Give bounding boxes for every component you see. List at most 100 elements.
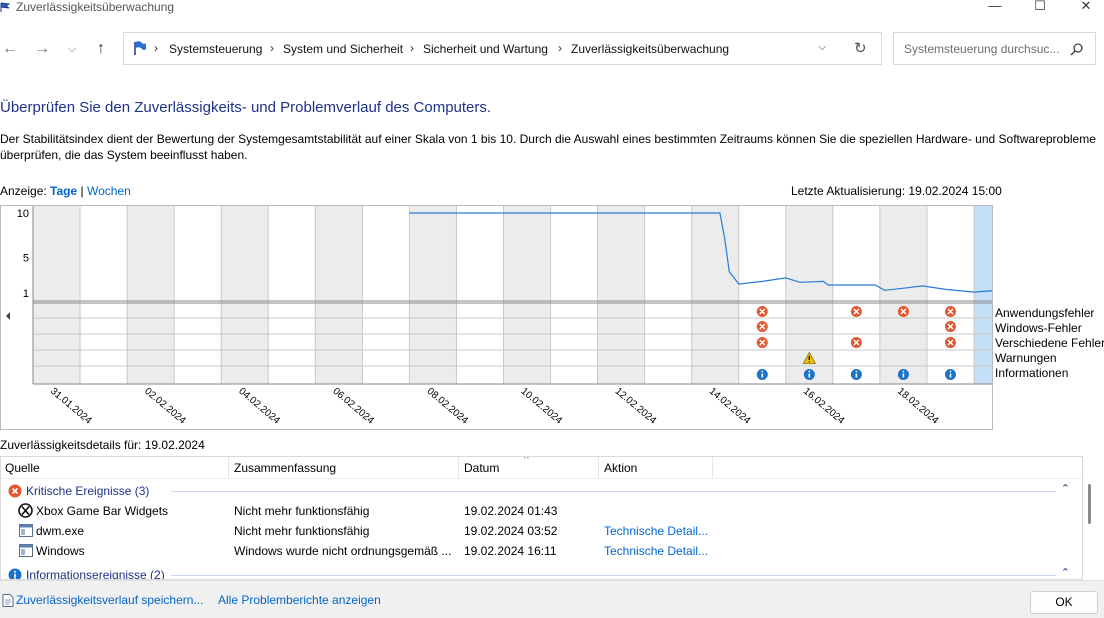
page-description: Der Stabilitätsindex dient der Bewertung… bbox=[0, 132, 1096, 162]
navigation-bar: ← → ⌵ ↑ › Systemsteuerung › System und S… bbox=[0, 30, 1104, 68]
row-label-windows-errors: Windows-Fehler bbox=[995, 321, 1082, 335]
error-event-icon[interactable] bbox=[756, 321, 768, 332]
column-divider[interactable] bbox=[598, 457, 599, 479]
x-tick-label: 31.01.2024 bbox=[48, 386, 94, 427]
group-critical-events[interactable]: Kritische Ereignisse (3) ⌃ bbox=[1, 482, 1076, 500]
group-title[interactable]: Informationsereignisse (2) bbox=[26, 568, 165, 579]
day-column[interactable] bbox=[456, 206, 504, 384]
back-button[interactable]: ← bbox=[0, 39, 20, 59]
address-dropdown-icon[interactable]: ⌵ bbox=[818, 41, 826, 54]
y-tick-label: 1 bbox=[23, 288, 29, 300]
search-icon[interactable] bbox=[1070, 43, 1083, 56]
info-event-icon[interactable] bbox=[850, 369, 862, 380]
day-column[interactable] bbox=[832, 206, 880, 384]
day-column[interactable] bbox=[503, 206, 551, 384]
group-divider bbox=[171, 575, 1056, 576]
day-column[interactable] bbox=[644, 206, 692, 384]
breadcrumb-item[interactable]: Systemsteuerung bbox=[169, 42, 262, 56]
refresh-icon[interactable]: ↻ bbox=[854, 39, 867, 57]
day-column[interactable] bbox=[738, 206, 786, 384]
group-information-events[interactable]: Informationsereignisse (2) ⌃ bbox=[1, 566, 1076, 579]
info-event-icon[interactable] bbox=[803, 369, 815, 380]
day-column[interactable] bbox=[926, 206, 974, 384]
info-event-icon[interactable] bbox=[756, 369, 768, 380]
day-column[interactable] bbox=[221, 206, 269, 384]
error-event-icon[interactable] bbox=[944, 306, 956, 317]
day-column[interactable] bbox=[974, 206, 1022, 384]
all-reports-link[interactable]: Alle Problemberichte anzeigen bbox=[218, 593, 381, 607]
column-header-action[interactable]: Aktion bbox=[604, 461, 637, 475]
x-tick-label: 18.02.2024 bbox=[895, 386, 941, 427]
group-title[interactable]: Kritische Ereignisse (3) bbox=[26, 484, 149, 498]
column-divider[interactable] bbox=[712, 457, 713, 479]
details-scrollbar[interactable] bbox=[1083, 456, 1097, 580]
column-header-summary[interactable]: Zusammenfassung bbox=[234, 461, 336, 475]
view-switcher: Anzeige: Tage | Wochen bbox=[0, 184, 131, 198]
x-tick-label: 16.02.2024 bbox=[801, 386, 847, 427]
reliability-chart[interactable]: 10 5 1 31.01.2024 02.02.2024 04.02.2024 06.02.… bbox=[0, 205, 1022, 430]
collapse-chevron-icon[interactable]: ⌃ bbox=[1061, 566, 1070, 579]
day-column[interactable] bbox=[409, 206, 457, 384]
row-date: 19.02.2024 16:11 bbox=[464, 544, 557, 558]
view-weeks-link[interactable]: Wochen bbox=[87, 184, 131, 198]
x-tick-label: 10.02.2024 bbox=[519, 386, 565, 427]
ok-button[interactable]: OK bbox=[1030, 591, 1098, 614]
forward-button[interactable]: → bbox=[32, 39, 52, 59]
error-event-icon[interactable] bbox=[850, 337, 862, 348]
collapse-chevron-icon[interactable]: ⌃ bbox=[1061, 482, 1070, 495]
day-column[interactable] bbox=[127, 206, 175, 384]
window-app-icon bbox=[19, 544, 33, 557]
info-icon bbox=[8, 568, 22, 579]
up-button[interactable]: ↑ bbox=[91, 39, 111, 59]
table-row[interactable]: Xbox Game Bar Widgets Nicht mehr funktio… bbox=[1, 501, 1076, 521]
search-box[interactable]: Systemsteuerung durchsuc... bbox=[893, 32, 1096, 65]
table-row[interactable]: Windows Windows wurde nicht ordnungsgemä… bbox=[1, 541, 1076, 561]
day-column[interactable] bbox=[33, 206, 81, 384]
error-event-icon[interactable] bbox=[944, 337, 956, 348]
close-button[interactable]: ✕ bbox=[1071, 0, 1101, 22]
day-column[interactable] bbox=[80, 206, 128, 384]
minimize-button[interactable]: — bbox=[980, 0, 1010, 22]
technical-details-link[interactable]: Technische Detail... bbox=[604, 524, 709, 538]
reliability-chart-svg[interactable]: 10 5 1 31.01.2024 02.02.2024 04.02.2024 06.02.… bbox=[1, 206, 1022, 429]
scroll-left-icon[interactable] bbox=[6, 312, 10, 320]
scrollbar-thumb[interactable] bbox=[1088, 484, 1091, 524]
maximize-button[interactable]: ☐ bbox=[1025, 0, 1055, 22]
info-event-icon[interactable] bbox=[897, 369, 909, 380]
day-column[interactable] bbox=[691, 206, 739, 384]
column-divider[interactable] bbox=[228, 457, 229, 479]
error-event-icon[interactable] bbox=[944, 321, 956, 332]
error-event-icon[interactable] bbox=[756, 306, 768, 317]
table-row[interactable]: dwm.exe Nicht mehr funktionsfähig 19.02.… bbox=[1, 521, 1076, 541]
breadcrumb-item[interactable]: Sicherheit und Wartung bbox=[423, 42, 548, 56]
error-event-icon[interactable] bbox=[756, 337, 768, 348]
day-column[interactable] bbox=[362, 206, 410, 384]
group-divider bbox=[171, 491, 1056, 492]
technical-details-link[interactable]: Technische Detail... bbox=[604, 544, 709, 558]
column-divider[interactable] bbox=[458, 457, 459, 479]
breadcrumb-item[interactable]: System und Sicherheit bbox=[283, 42, 403, 56]
breadcrumb-item[interactable]: Zuverlässigkeitsüberwachung bbox=[571, 42, 729, 56]
day-column[interactable] bbox=[315, 206, 363, 384]
search-input[interactable]: Systemsteuerung durchsuc... bbox=[904, 42, 1059, 56]
y-tick-label: 5 bbox=[23, 252, 29, 264]
day-column[interactable] bbox=[550, 206, 598, 384]
breadcrumb-separator: › bbox=[270, 41, 274, 55]
view-days-link[interactable]: Tage bbox=[50, 184, 77, 198]
error-event-icon[interactable] bbox=[897, 306, 909, 317]
column-header-source[interactable]: Quelle bbox=[5, 461, 40, 475]
row-summary: Nicht mehr funktionsfähig bbox=[234, 524, 370, 538]
x-tick-label: 02.02.2024 bbox=[142, 386, 188, 427]
day-column[interactable] bbox=[174, 206, 222, 384]
details-label: Zuverlässigkeitsdetails für: 19.02.2024 bbox=[0, 438, 205, 452]
row-source: Windows bbox=[36, 544, 85, 558]
info-event-icon[interactable] bbox=[944, 369, 956, 380]
error-event-icon[interactable] bbox=[850, 306, 862, 317]
recent-locations-button[interactable]: ⌵ bbox=[62, 39, 82, 59]
column-header-date[interactable]: Datum bbox=[464, 461, 499, 475]
day-column[interactable] bbox=[268, 206, 316, 384]
day-column[interactable] bbox=[879, 206, 927, 384]
save-history-link[interactable]: Zuverlässigkeitsverlauf speichern... bbox=[16, 593, 203, 607]
day-column[interactable] bbox=[597, 206, 645, 384]
address-bar[interactable]: › Systemsteuerung › System und Sicherhei… bbox=[123, 32, 882, 65]
